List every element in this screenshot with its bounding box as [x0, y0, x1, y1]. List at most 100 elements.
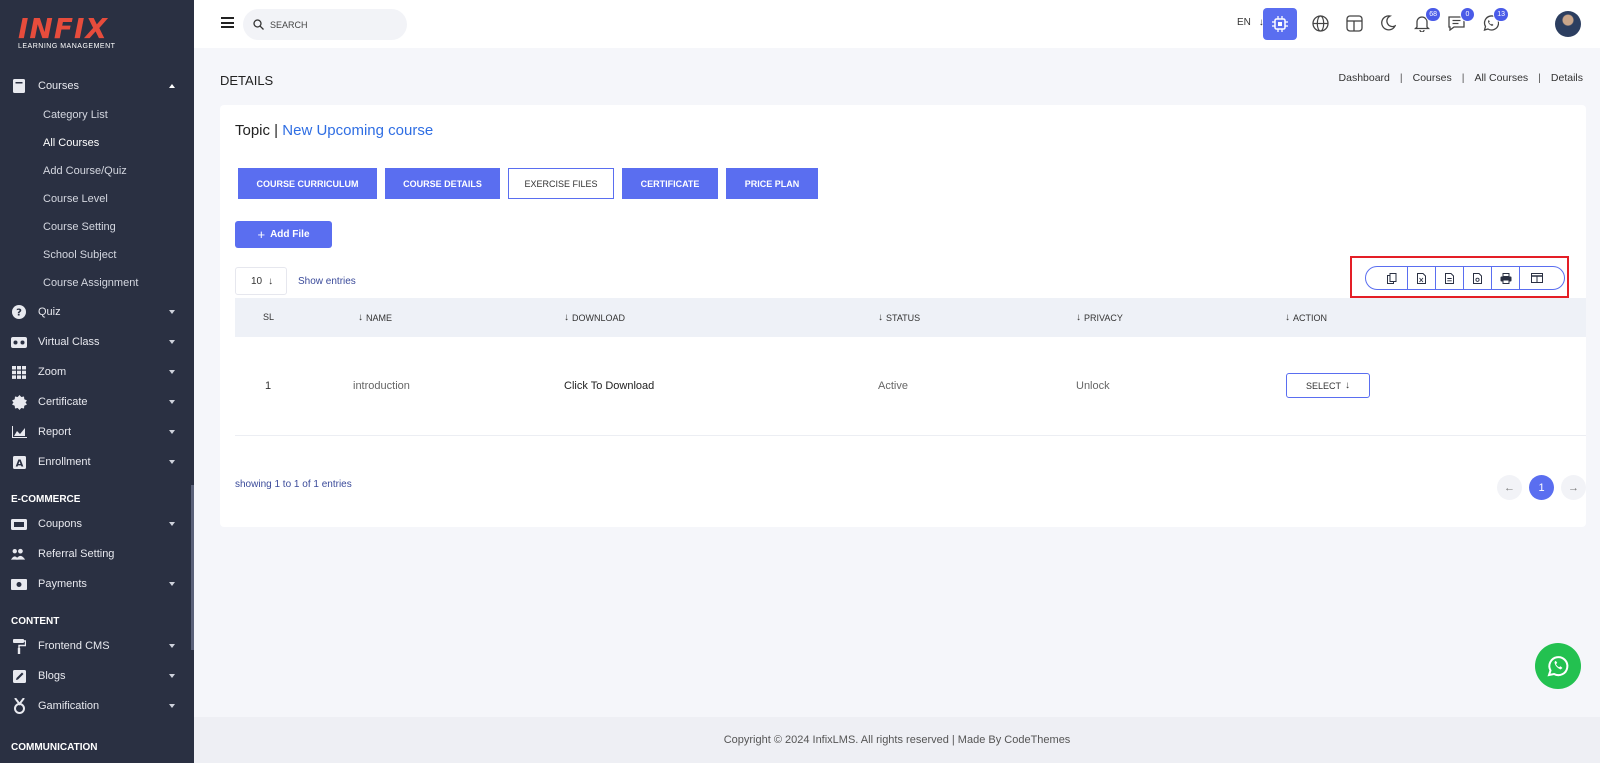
sidebar-item-label: Gamification [38, 700, 100, 712]
question-icon: ? [11, 305, 27, 319]
language-select[interactable]: EN ↓ [1237, 17, 1264, 28]
arrow-down-icon: ↓ [1345, 380, 1350, 391]
top-header: EN ↓ 68 0 13 [194, 0, 1600, 48]
next-page-button[interactable]: → [1561, 475, 1586, 500]
sidebar-item-label: Payments [38, 578, 87, 590]
search-icon [253, 19, 264, 30]
sidebar-scrollbar[interactable] [191, 485, 194, 650]
tab-course-curriculum[interactable]: COURSE CURRICULUM [238, 168, 377, 199]
sidebar-subitem-category-list[interactable]: Category List [0, 101, 194, 129]
sidebar-item-payments[interactable]: Payments [0, 569, 194, 599]
chevron-down-icon [169, 370, 175, 374]
chevron-down-icon [169, 522, 175, 526]
sidebar-item-certificate[interactable]: Certificate [0, 387, 194, 417]
add-file-button[interactable]: + Add File [235, 221, 332, 248]
chart-icon [11, 425, 27, 439]
page-button-1[interactable]: 1 [1529, 475, 1554, 500]
cell-sl: 1 [265, 380, 272, 392]
website-button[interactable] [1309, 12, 1331, 34]
chevron-down-icon [169, 460, 175, 464]
arrow-down-icon: ↓ [268, 275, 274, 287]
column-privacy-label: PRIVACY [1084, 312, 1123, 323]
sidebar-item-virtual-class[interactable]: Virtual Class [0, 327, 194, 357]
sidebar-subitem-school-subject[interactable]: School Subject [0, 241, 194, 269]
details-card: Topic | New Upcoming course COURSE CURRI… [220, 105, 1586, 527]
sidebar-item-coupons[interactable]: Coupons [0, 509, 194, 539]
chat-button[interactable]: 13 [1479, 7, 1509, 34]
course-name: New Upcoming course [282, 122, 434, 139]
sidebar-item-label: Certificate [38, 396, 88, 408]
arrow-right-icon: → [1568, 481, 1579, 494]
search-box[interactable] [243, 9, 407, 40]
logo-tagline: LEARNING MANAGEMENT [18, 43, 116, 50]
layout-button[interactable] [1343, 12, 1365, 34]
svg-text:A: A [15, 458, 23, 469]
breadcrumb-all-courses[interactable]: All Courses [1474, 72, 1528, 84]
sidebar-item-blogs[interactable]: Blogs [0, 661, 194, 691]
cpu-settings-button[interactable] [1263, 8, 1297, 40]
paint-roller-icon [11, 638, 27, 654]
column-privacy[interactable]: ↓ PRIVACY [1076, 312, 1123, 323]
column-status-label: STATUS [886, 312, 921, 323]
column-status[interactable]: ↓ STATUS [878, 312, 920, 323]
cpu-icon [1272, 16, 1288, 32]
arrow-left-icon: ← [1504, 481, 1515, 494]
dark-mode-toggle[interactable] [1377, 12, 1399, 34]
sidebar-item-label: Virtual Class [38, 336, 100, 348]
section-ecommerce: E-COMMERCE [11, 494, 81, 505]
tab-exercise-files[interactable]: EXERCISE FILES [508, 168, 614, 199]
cell-status: Active [878, 380, 908, 392]
whatsapp-chat-button[interactable] [1535, 643, 1581, 689]
tab-course-details[interactable]: COURSE DETAILS [385, 168, 500, 199]
svg-text:?: ? [16, 308, 22, 319]
plus-icon: + [257, 227, 266, 242]
logo[interactable]: INFIX LEARNING MANAGEMENT [0, 0, 194, 70]
breadcrumb: Dashboard | Courses | All Courses | Details [1338, 72, 1583, 84]
chevron-down-icon [169, 310, 175, 314]
sidebar-subitem-add-course-quiz[interactable]: Add Course/Quiz [0, 157, 194, 185]
tab-price-plan[interactable]: PRICE PLAN [726, 168, 818, 199]
sidebar-item-courses[interactable]: Courses [0, 71, 194, 101]
column-sl[interactable]: SL [263, 312, 274, 322]
cell-name: introduction [353, 380, 410, 392]
sidebar-subitem-course-assignment[interactable]: Course Assignment [0, 269, 194, 297]
topic-heading: Topic | New Upcoming course [235, 122, 433, 139]
notifications-button[interactable]: 68 [1411, 7, 1441, 34]
sidebar-item-gamification[interactable]: Gamification [0, 691, 194, 721]
entries-select[interactable]: 10 ↓ [235, 267, 287, 295]
breadcrumb-dashboard[interactable]: Dashboard [1339, 72, 1390, 84]
sidebar-item-frontend-cms[interactable]: Frontend CMS [0, 631, 194, 661]
book-icon [11, 79, 27, 93]
chevron-down-icon [169, 430, 175, 434]
menu-icon[interactable] [221, 17, 234, 28]
notifications-badge: 68 [1425, 7, 1441, 22]
breadcrumb-courses[interactable]: Courses [1413, 72, 1452, 84]
tab-bar: COURSE CURRICULUM COURSE DETAILS EXERCIS… [238, 168, 826, 199]
sidebar-item-enrollment[interactable]: A Enrollment [0, 447, 194, 477]
sidebar-subitem-all-courses[interactable]: All Courses [0, 129, 194, 157]
download-link[interactable]: Click To Download [564, 380, 654, 392]
action-select-button[interactable]: SELECT ↓ [1286, 373, 1370, 398]
sidebar-item-quiz[interactable]: ? Quiz [0, 297, 194, 327]
sort-arrow-icon: ↓ [358, 312, 363, 323]
entries-value: 10 [251, 275, 263, 287]
search-input[interactable] [270, 19, 390, 30]
prev-page-button[interactable]: ← [1497, 475, 1522, 500]
tab-certificate[interactable]: CERTIFICATE [622, 168, 718, 199]
chat-badge: 13 [1493, 7, 1509, 22]
messages-button[interactable]: 0 [1445, 7, 1475, 34]
column-name[interactable]: ↓ NAME [358, 312, 392, 323]
sidebar-item-report[interactable]: Report [0, 417, 194, 447]
sidebar-item-label: Courses [38, 80, 79, 92]
entries-label: Show entries [298, 276, 356, 287]
sidebar-subitem-course-setting[interactable]: Course Setting [0, 213, 194, 241]
avatar[interactable] [1555, 11, 1581, 37]
column-action[interactable]: ↓ ACTION [1285, 312, 1327, 323]
sidebar-item-zoom[interactable]: Zoom [0, 357, 194, 387]
language-label: EN [1237, 17, 1251, 28]
sidebar: INFIX LEARNING MANAGEMENT Courses Catego… [0, 0, 194, 763]
column-download[interactable]: ↓ DOWNLOAD [564, 312, 625, 323]
sidebar-subitem-course-level[interactable]: Course Level [0, 185, 194, 213]
sidebar-item-referral-setting[interactable]: Referral Setting [0, 539, 194, 569]
section-communication: COMMUNICATION [11, 742, 98, 753]
